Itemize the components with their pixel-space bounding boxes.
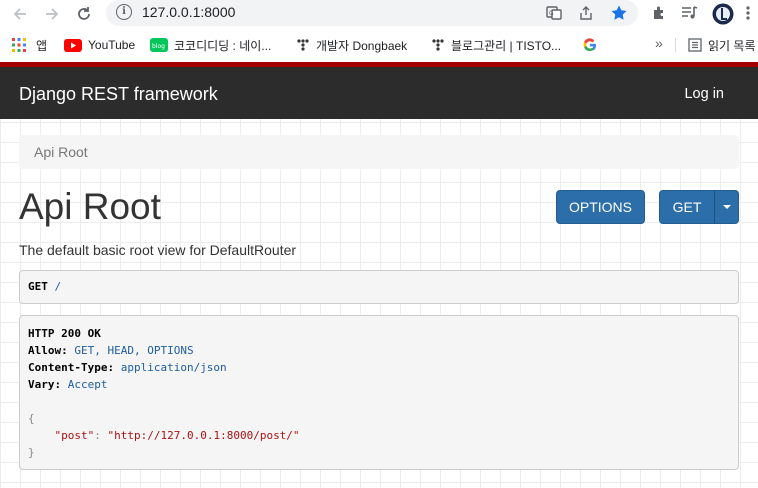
bookmarks-overflow-button[interactable]: » xyxy=(655,35,663,51)
response-status: HTTP 200 OK xyxy=(28,327,101,340)
reading-list-label: 읽기 목록 xyxy=(708,38,756,53)
youtube-icon xyxy=(64,38,82,52)
bookmark-star-icon[interactable] xyxy=(609,3,629,23)
reading-list-button[interactable]: 읽기 목록 xyxy=(688,37,756,53)
header-value: application/json xyxy=(120,361,227,374)
header-name: Vary: xyxy=(28,378,62,391)
header-name: Content-Type: xyxy=(28,361,115,374)
json-link-value[interactable]: "http://127.0.0.1:8000/post/" xyxy=(108,429,300,442)
bookmark-tistory-admin[interactable]: 블로그관리 | TISTO... xyxy=(431,37,561,53)
bookmark-naver-blog[interactable]: blog 코코디디딩 : 네이... xyxy=(150,37,271,53)
bookmark-label: 앱 xyxy=(36,38,48,53)
json-open-brace: { xyxy=(28,412,35,425)
bookmarks-bar: 앱 YouTube blog 코코디디딩 : 네이... 개발자 Dongbae… xyxy=(0,28,758,62)
back-arrow-icon[interactable] xyxy=(8,2,32,26)
view-description: The default basic root view for DefaultR… xyxy=(19,242,297,258)
top-navbar: Django REST framework Log in xyxy=(0,67,758,119)
tistory-icon xyxy=(432,39,444,51)
bookmark-label: YouTube xyxy=(88,38,136,52)
share-icon[interactable] xyxy=(576,3,596,23)
get-format-dropdown-button[interactable] xyxy=(714,190,739,224)
address-bar[interactable]: i 127.0.0.1:8000 G xyxy=(106,0,638,26)
bookmark-apps[interactable]: 앱 xyxy=(12,37,47,53)
apps-grid-icon xyxy=(12,38,26,52)
bookmark-label: 코코디디딩 : 네이... xyxy=(174,38,272,53)
brand-link[interactable]: Django REST framework xyxy=(19,84,218,105)
naver-blog-icon: blog xyxy=(150,38,168,52)
reading-list-icon xyxy=(688,38,702,52)
caret-down-icon xyxy=(722,205,731,209)
breadcrumb-item-api-root[interactable]: Api Root xyxy=(34,144,88,160)
browser-toolbar: i 127.0.0.1:8000 G xyxy=(0,0,758,28)
bookmark-label: 블로그관리 | TISTO... xyxy=(451,38,562,53)
tistory-icon xyxy=(297,39,309,51)
reload-icon[interactable] xyxy=(72,2,96,26)
header-name: Allow: xyxy=(28,344,68,357)
svg-text:blog: blog xyxy=(152,43,165,50)
json-close-brace: } xyxy=(28,446,35,459)
get-button[interactable]: GET xyxy=(659,190,715,224)
address-url[interactable]: 127.0.0.1:8000 xyxy=(142,4,235,20)
drf-page: Django REST framework Log in Api Root Ap… xyxy=(0,62,758,488)
translate-icon[interactable]: G xyxy=(544,3,564,23)
bookmark-label: 개발자 Dongbaek xyxy=(316,38,408,53)
request-method: GET xyxy=(28,280,48,293)
svg-text:G: G xyxy=(549,10,554,17)
json-key: "post" xyxy=(54,429,95,442)
forward-arrow-icon[interactable] xyxy=(40,2,64,26)
json-colon: : xyxy=(94,429,108,442)
media-control-icon[interactable] xyxy=(680,3,700,23)
bookmark-youtube[interactable]: YouTube xyxy=(64,37,135,53)
bookmark-google[interactable] xyxy=(583,37,597,53)
options-button[interactable]: OPTIONS xyxy=(556,190,645,224)
header-value: Accept xyxy=(67,378,108,391)
response-info: HTTP 200 OK Allow: GET, HEAD, OPTIONS Co… xyxy=(19,315,739,470)
browser-menu-icon[interactable] xyxy=(738,3,758,23)
site-info-icon[interactable]: i xyxy=(116,4,132,20)
google-icon xyxy=(583,38,597,52)
request-info: GET / xyxy=(19,270,739,304)
extensions-puzzle-icon[interactable] xyxy=(649,3,669,23)
bookmark-dongbaek[interactable]: 개발자 Dongbaek xyxy=(296,37,407,53)
profile-avatar[interactable] xyxy=(711,2,735,26)
login-link[interactable]: Log in xyxy=(684,86,724,102)
breadcrumb: Api Root xyxy=(19,135,739,169)
request-path[interactable]: / xyxy=(55,280,62,293)
page-title: Api Root xyxy=(19,186,161,227)
bookmarks-divider xyxy=(675,38,676,52)
header-value: GET, HEAD, OPTIONS xyxy=(74,344,194,357)
